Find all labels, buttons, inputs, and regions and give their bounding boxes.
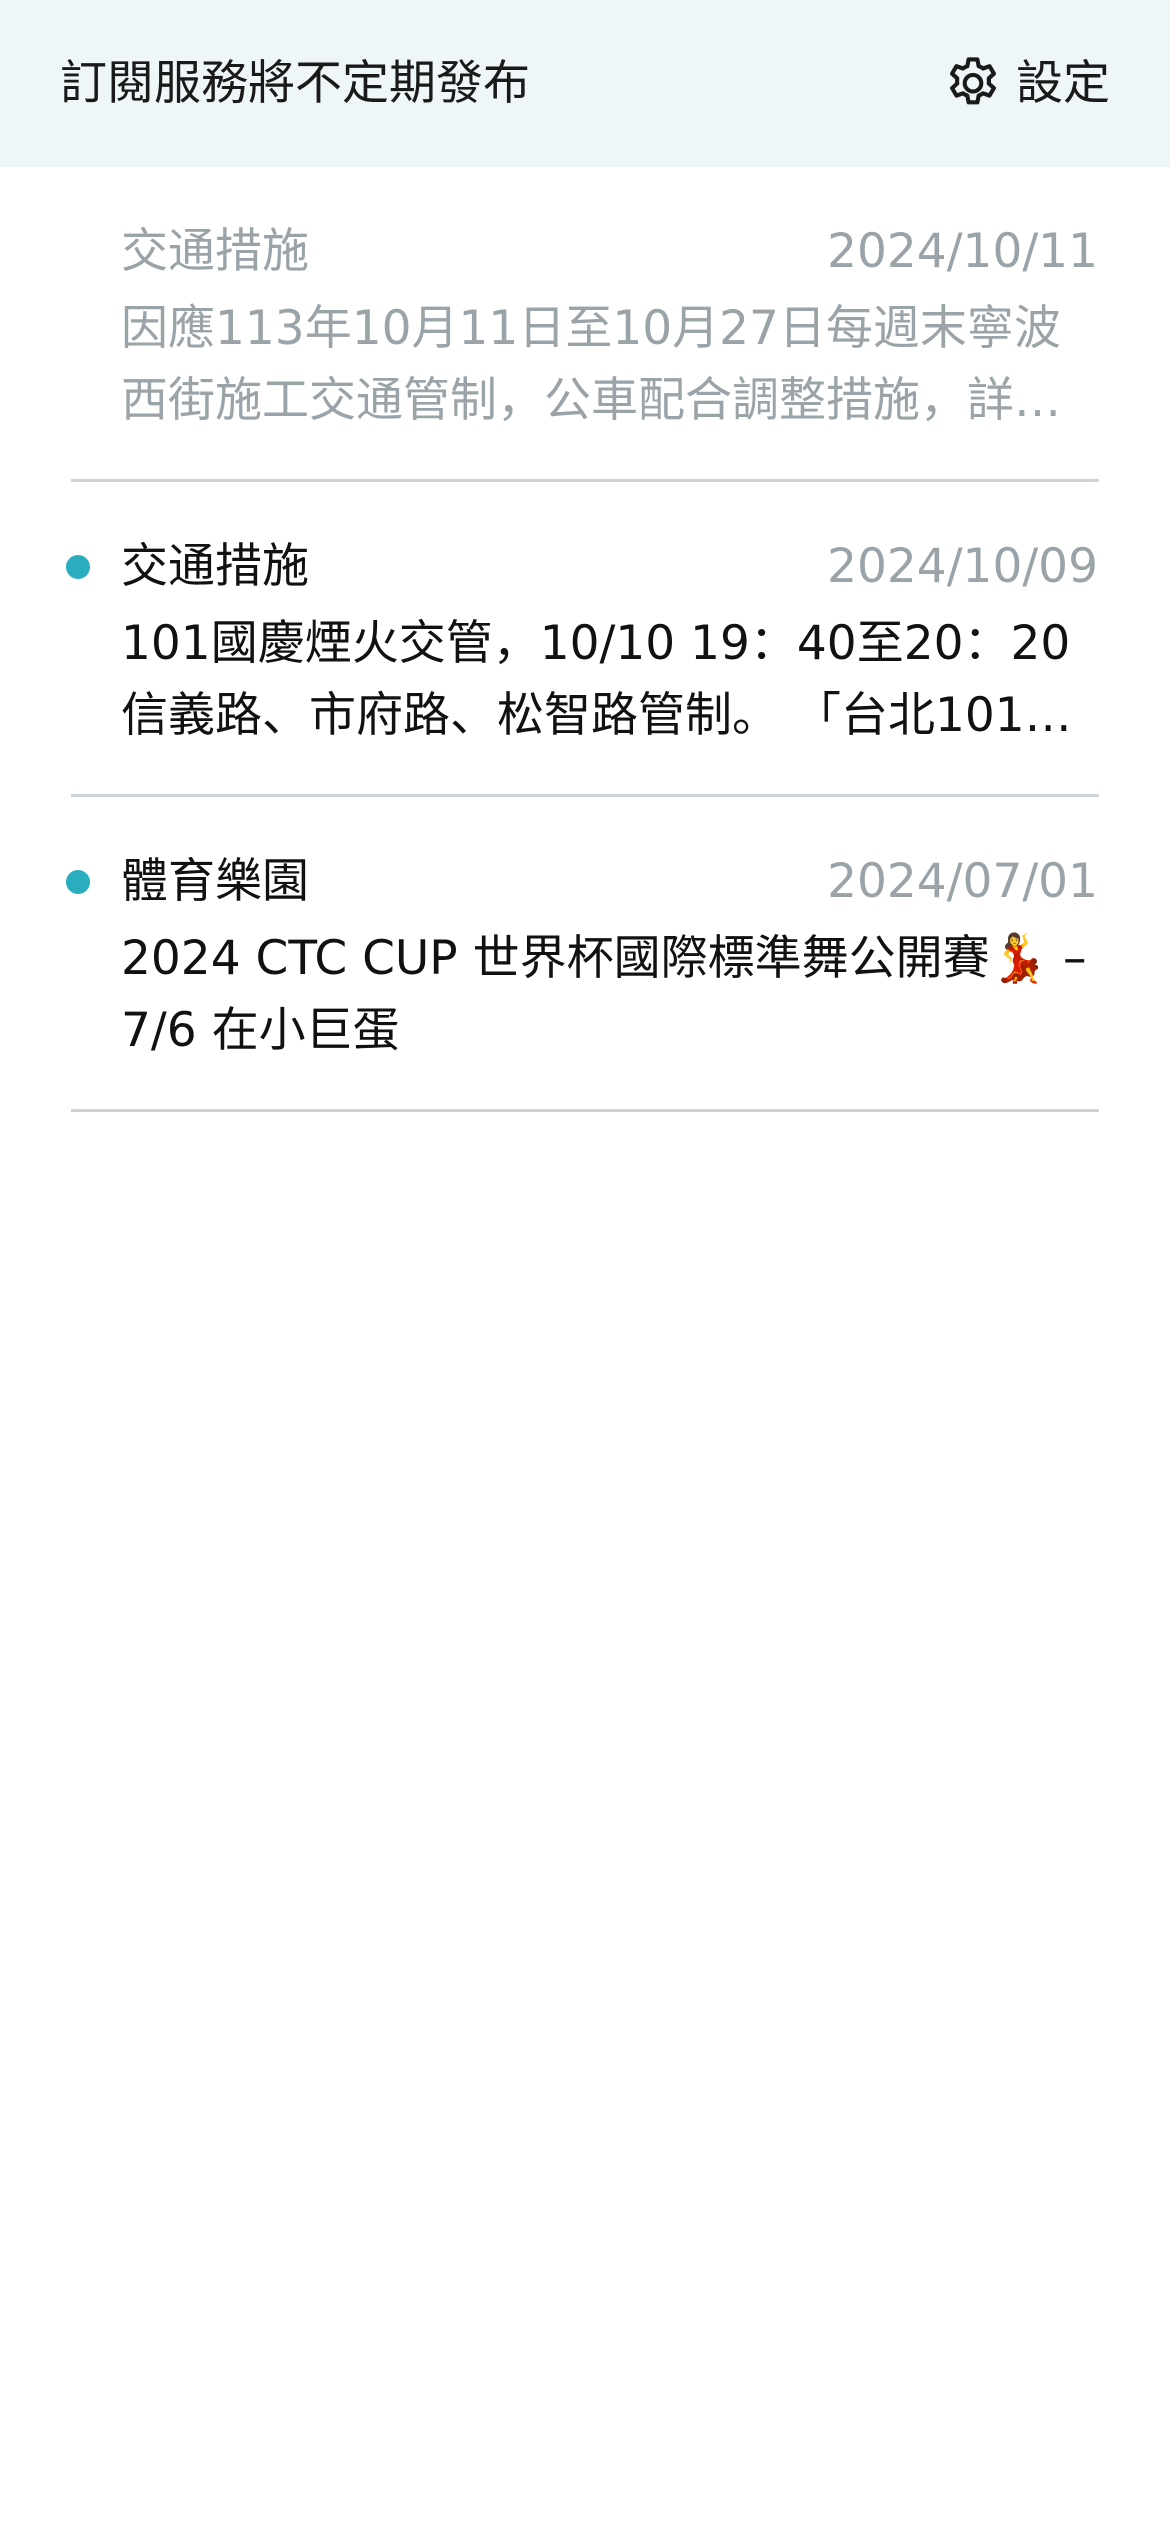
item-date: 2024/10/11	[827, 224, 1098, 279]
settings-button[interactable]: 設定	[942, 50, 1110, 118]
notification-list: 交通措施 2024/10/11 因應113年10月11日至10月27日每週末寧波…	[0, 167, 1170, 1112]
page-title: 訂閱服務將不定期發布	[60, 56, 530, 111]
item-date: 2024/10/09	[827, 539, 1098, 594]
item-body: 2024 CTC CUP 世界杯國際標準舞公開賽💃 – 7/6 在小巨蛋	[121, 931, 1087, 1058]
unread-dot	[66, 555, 90, 579]
item-category: 交通措施	[121, 224, 309, 279]
unread-dot	[66, 870, 90, 894]
divider	[71, 1109, 1099, 1112]
app-header: 訂閱服務將不定期發布 設定	[0, 0, 1170, 167]
item-category: 體育樂園	[121, 854, 309, 909]
settings-label: 設定	[1016, 56, 1110, 111]
item-body: 101國慶煙火交管，10/10 19：40至20：20 信義路、市府路、松智路管…	[121, 616, 1071, 743]
item-category: 交通措施	[121, 539, 309, 594]
item-date: 2024/07/01	[827, 854, 1098, 909]
list-item[interactable]: 交通措施 2024/10/09 101國慶煙火交管，10/10 19：40至20…	[0, 482, 1170, 797]
list-item[interactable]: 交通措施 2024/10/11 因應113年10月11日至10月27日每週末寧波…	[0, 167, 1170, 482]
list-item[interactable]: 體育樂園 2024/07/01 2024 CTC CUP 世界杯國際標準舞公開賽…	[0, 797, 1170, 1112]
item-body: 因應113年10月11日至10月27日每週末寧波西街施工交通管制，公車配合調整措…	[121, 301, 1061, 428]
gear-icon	[942, 53, 1004, 115]
